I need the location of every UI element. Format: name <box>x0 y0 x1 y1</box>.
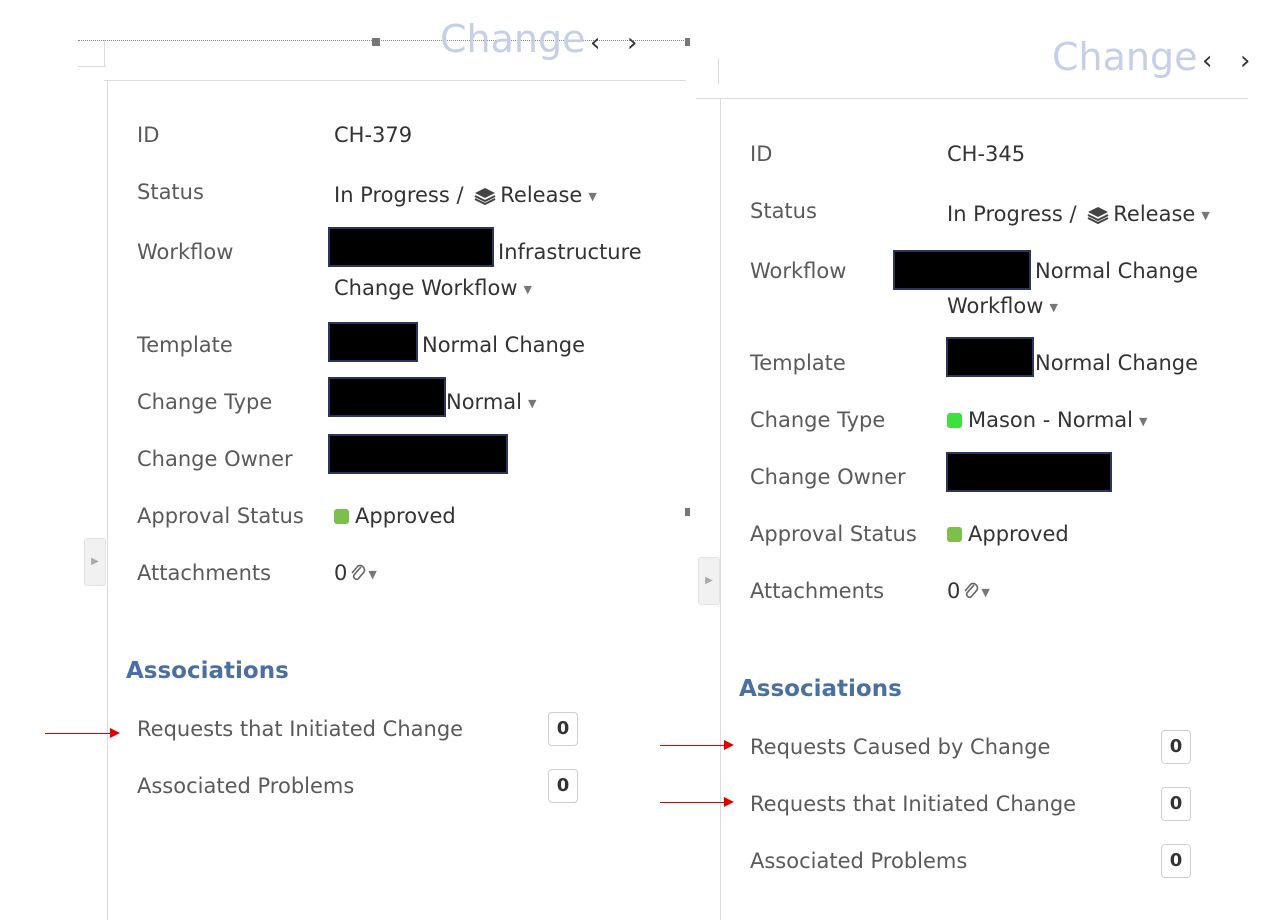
redacted-block <box>328 377 446 417</box>
id-label: ID <box>750 142 773 166</box>
approved-status-dot <box>947 527 962 542</box>
panel-border <box>720 98 721 920</box>
header-title: Change <box>440 17 586 61</box>
panel-border <box>107 80 108 920</box>
change-owner-label: Change Owner <box>137 447 293 471</box>
association-item-label[interactable]: Requests that Initiated Change <box>137 717 463 741</box>
status-state: In Progress / <box>334 183 464 207</box>
annotation-arrow <box>660 797 734 807</box>
expand-sidebar-toggle[interactable]: ▶ <box>698 557 720 605</box>
attachments-count: 0 <box>947 579 961 603</box>
status-dropdown[interactable]: In Progress / Release ▼ <box>947 202 1210 226</box>
chevron-down-icon: ▼ <box>981 585 990 599</box>
associations-heading: Associations <box>126 658 289 684</box>
association-item-label[interactable]: Associated Problems <box>137 774 354 798</box>
change-type-label: Change Type <box>137 390 273 414</box>
template-value: Normal Change <box>422 333 586 357</box>
workflow-value-line2: Workflow <box>947 294 1044 318</box>
approval-status-text: Approved <box>355 504 456 528</box>
id-value: CH-379 <box>334 123 413 147</box>
previous-arrow-icon[interactable]: ‹ <box>1202 48 1212 74</box>
attachments-dropdown[interactable]: 0 ▼ <box>947 579 990 603</box>
chevron-down-icon: ▼ <box>588 189 597 203</box>
header-divider <box>718 58 719 84</box>
association-item-label[interactable]: Associated Problems <box>750 849 967 873</box>
status-label: Status <box>750 199 817 223</box>
association-count-badge[interactable]: 0 <box>548 712 578 746</box>
annotation-arrow <box>45 728 120 738</box>
change-type-value: Mason - Normal <box>968 408 1133 432</box>
chevron-down-icon: ▼ <box>1201 208 1210 222</box>
change-type-color-dot <box>947 413 962 428</box>
id-label: ID <box>137 123 160 147</box>
approval-status-text: Approved <box>968 522 1069 546</box>
approval-status-value: Approved <box>334 504 456 528</box>
layers-icon <box>1087 207 1109 224</box>
change-type-value: Normal <box>446 390 522 414</box>
workflow-dropdown[interactable]: Change Workflow ▼ <box>334 276 532 300</box>
redacted-block <box>946 337 1034 377</box>
redacted-block <box>328 227 494 267</box>
workflow-value-line2: Change Workflow <box>334 276 518 300</box>
workflow-label: Workflow <box>750 259 847 283</box>
approval-status-label: Approval Status <box>137 504 304 528</box>
association-count-badge[interactable]: 0 <box>1161 787 1191 821</box>
paperclip-icon <box>964 582 979 599</box>
status-phase: Release <box>1113 202 1196 226</box>
change-detail-panel-left: Change ‹ › ID CH-379 Status In Progress … <box>0 0 700 920</box>
header-divider <box>104 80 686 81</box>
workflow-value-line1: Normal Change <box>1035 259 1199 283</box>
approved-status-dot <box>334 509 349 524</box>
association-item-label[interactable]: Requests that Initiated Change <box>750 792 1076 816</box>
template-value: Normal Change <box>1035 351 1199 375</box>
redacted-block <box>946 452 1112 492</box>
association-count-badge[interactable]: 0 <box>548 769 578 803</box>
header-title: Change <box>1052 35 1198 79</box>
workflow-value-line1: Infrastructure <box>498 240 642 264</box>
header-divider <box>696 98 1248 99</box>
redacted-block <box>328 322 418 362</box>
attachments-count: 0 <box>334 561 348 585</box>
change-detail-panel-right: Change ‹ › ID CH-345 Status In Progress … <box>660 0 1287 920</box>
redacted-block <box>328 434 508 474</box>
status-dropdown[interactable]: In Progress / Release ▼ <box>334 183 597 207</box>
workflow-dropdown[interactable]: Workflow ▼ <box>947 294 1058 318</box>
change-owner-label: Change Owner <box>750 465 906 489</box>
chevron-down-icon: ▼ <box>1139 414 1148 428</box>
id-value: CH-345 <box>947 142 1026 166</box>
header-divider <box>104 40 105 66</box>
approval-status-label: Approval Status <box>750 522 917 546</box>
association-count-badge[interactable]: 0 <box>1161 730 1191 764</box>
chevron-down-icon: ▼ <box>368 567 377 581</box>
approval-status-value: Approved <box>947 522 1069 546</box>
next-arrow-icon[interactable]: › <box>627 30 637 56</box>
change-type-dropdown[interactable]: Mason - Normal ▼ <box>947 408 1147 432</box>
paperclip-icon <box>351 564 366 581</box>
annotation-arrow <box>660 740 734 750</box>
header-divider <box>78 66 106 67</box>
layers-icon <box>474 188 496 205</box>
previous-arrow-icon[interactable]: ‹ <box>590 30 600 56</box>
chevron-down-icon: ▼ <box>1049 300 1058 314</box>
associations-heading: Associations <box>739 676 902 702</box>
status-phase: Release <box>500 183 583 207</box>
status-state: In Progress / <box>947 202 1077 226</box>
next-arrow-icon[interactable]: › <box>1240 48 1250 74</box>
change-type-dropdown[interactable]: Normal ▼ <box>446 390 536 414</box>
template-label: Template <box>750 351 846 375</box>
change-type-label: Change Type <box>750 408 886 432</box>
association-item-label[interactable]: Requests Caused by Change <box>750 735 1050 759</box>
resize-handle[interactable] <box>372 38 380 46</box>
attachments-dropdown[interactable]: 0 ▼ <box>334 561 377 585</box>
redacted-block <box>893 250 1031 290</box>
expand-sidebar-toggle[interactable]: ▶ <box>84 538 106 586</box>
workflow-label: Workflow <box>137 240 234 264</box>
status-label: Status <box>137 180 204 204</box>
chevron-down-icon: ▼ <box>523 282 532 296</box>
chevron-down-icon: ▼ <box>527 396 537 410</box>
template-label: Template <box>137 333 233 357</box>
association-count-badge[interactable]: 0 <box>1161 844 1191 878</box>
attachments-label: Attachments <box>750 579 885 603</box>
attachments-label: Attachments <box>137 561 272 585</box>
